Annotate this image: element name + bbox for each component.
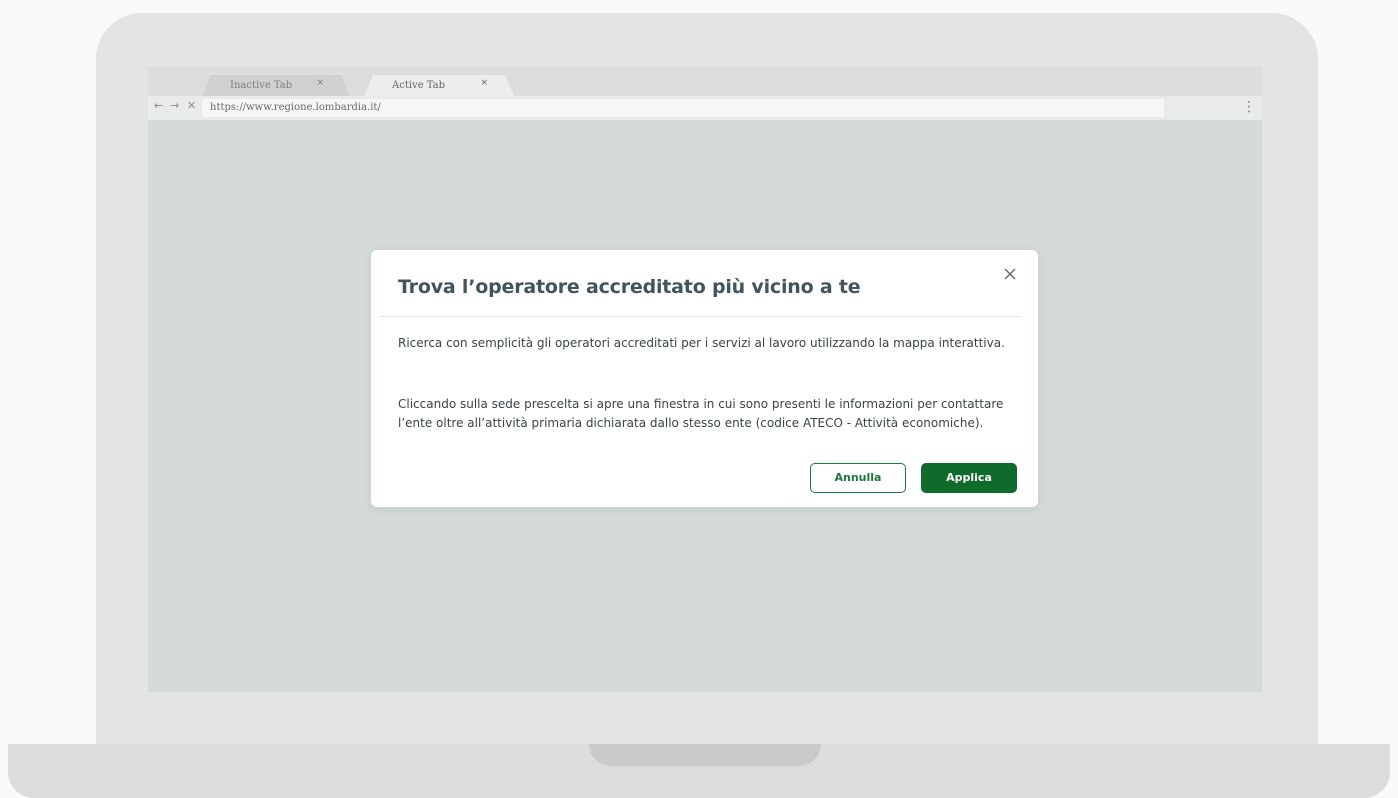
tab-close-icon[interactable]: × — [480, 78, 488, 88]
modal-description: Ricerca con semplicità gli operatori acc… — [398, 336, 1005, 350]
tab-inactive[interactable]: Inactive Tab × — [202, 75, 350, 96]
close-icon[interactable] — [1000, 264, 1020, 284]
tab-label: Active Tab — [392, 80, 446, 91]
modal-dialog: Trova l’operatore accreditato più vicino… — [371, 250, 1038, 507]
cancel-button[interactable]: Annulla — [810, 463, 906, 493]
back-arrow-icon[interactable]: ← — [154, 99, 163, 112]
forward-arrow-icon[interactable]: → — [170, 99, 179, 112]
url-text: https://www.regione.lombardia.it/ — [210, 102, 381, 113]
tab-close-icon[interactable]: × — [316, 78, 324, 88]
url-input[interactable]: https://www.regione.lombardia.it/ — [202, 99, 1164, 117]
stop-icon[interactable]: ✕ — [187, 99, 196, 112]
tab-label: Inactive Tab — [230, 80, 293, 91]
address-bar: ← → ✕ https://www.regione.lombardia.it/ … — [148, 96, 1262, 120]
modal-instructions: Cliccando sulla sede prescelta si apre u… — [398, 397, 1004, 430]
modal-divider — [379, 316, 1020, 317]
apply-button[interactable]: Applica — [921, 463, 1017, 493]
laptop-notch — [589, 744, 821, 766]
tab-active[interactable]: Active Tab × — [364, 75, 514, 96]
menu-dots-icon[interactable]: ⋮ — [1242, 98, 1256, 116]
modal-title: Trova l’operatore accreditato più vicino… — [398, 276, 861, 298]
tab-bar: Inactive Tab × Active Tab × — [148, 66, 1262, 96]
